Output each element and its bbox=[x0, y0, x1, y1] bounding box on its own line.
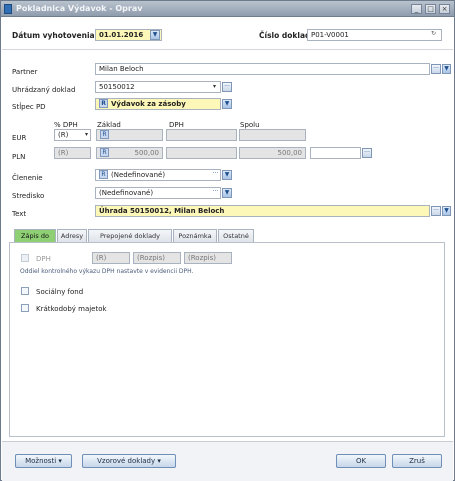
app-icon bbox=[4, 4, 12, 14]
short-term-asset-checkbox[interactable] bbox=[21, 304, 29, 312]
pln-extra-more-button[interactable]: ··· bbox=[362, 148, 372, 158]
clenenie-more-icon[interactable]: ··· bbox=[211, 170, 220, 180]
vat-total-header: Spolu bbox=[240, 121, 260, 129]
clenenie-value: (Nedefinované) bbox=[111, 171, 166, 179]
dialog-window: Pokladnica Výdavok - Oprav _ □ × Dátum v… bbox=[0, 0, 455, 481]
dph-checkbox[interactable] bbox=[21, 254, 29, 262]
pln-pct-select[interactable]: (R) bbox=[54, 147, 91, 159]
dph-select-2[interactable]: (Rozpis) bbox=[133, 252, 181, 264]
pd-column-value: Výdavok za zásoby bbox=[111, 100, 186, 108]
close-button[interactable]: × bbox=[439, 4, 450, 14]
partner-more-button[interactable]: ··· bbox=[431, 64, 441, 74]
eur-total-field[interactable] bbox=[239, 129, 306, 141]
ok-button[interactable]: OK bbox=[336, 454, 386, 468]
window-title: Pokladnica Výdavok - Oprav bbox=[16, 4, 143, 13]
tab-panel: DPH (R) (Rozpis) (Rozpis) Oddiel kontrol… bbox=[9, 242, 445, 437]
pln-extra-field[interactable] bbox=[310, 147, 361, 159]
tab-poznamka[interactable]: Poznámka bbox=[173, 229, 217, 242]
eur-base-tag: R bbox=[100, 130, 109, 139]
title-bar[interactable]: Pokladnica Výdavok - Oprav _ □ × bbox=[1, 1, 454, 17]
sample-docs-label: Vzorové doklady bbox=[97, 457, 156, 465]
sample-docs-button[interactable]: Vzorové doklady ▾ bbox=[82, 454, 176, 468]
eur-base-field[interactable]: R bbox=[96, 129, 163, 141]
clenenie-dropdown-button[interactable]: ▼ bbox=[222, 170, 232, 180]
date-label: Dátum vyhotovenia bbox=[12, 31, 95, 40]
eur-pct-dropdown-icon[interactable]: ▾ bbox=[85, 131, 88, 138]
refresh-icon[interactable]: ↻ bbox=[431, 30, 436, 37]
maximize-button[interactable]: □ bbox=[425, 4, 436, 14]
pln-base-tag: R bbox=[100, 148, 109, 157]
clenenie-tag: R bbox=[99, 170, 108, 179]
options-label: Možnosti bbox=[25, 457, 57, 465]
eur-vat-field[interactable] bbox=[166, 129, 237, 141]
dph-label: DPH bbox=[36, 255, 51, 263]
tab-zapis-do[interactable]: Zápis do bbox=[14, 229, 56, 242]
pd-column-field[interactable]: R Výdavok za zásoby bbox=[95, 98, 221, 110]
clenenie-field[interactable]: R (Nedefinované) bbox=[95, 169, 221, 181]
tab-ostatne[interactable]: Ostatné bbox=[218, 229, 254, 242]
tab-prepojene-doklady[interactable]: Prepojené doklady bbox=[88, 229, 172, 242]
cancel-button[interactable]: Zruš bbox=[392, 454, 442, 468]
paid-doc-label: Uhrádzaný doklad bbox=[12, 86, 76, 94]
pln-vat-field[interactable] bbox=[166, 147, 237, 159]
pd-column-dropdown-button[interactable]: ▼ bbox=[222, 99, 232, 109]
text-label: Text bbox=[12, 210, 27, 218]
tab-adresy[interactable]: Adresy bbox=[57, 229, 87, 242]
options-button[interactable]: Možnosti ▾ bbox=[15, 454, 72, 468]
minimize-button[interactable]: _ bbox=[411, 4, 422, 14]
stredisko-dropdown-button[interactable]: ▼ bbox=[222, 188, 232, 198]
calendar-dropdown-button[interactable]: ▼ bbox=[150, 30, 160, 40]
kv-note: Oddiel kontrolného výkazu DPH nastavte v… bbox=[20, 268, 194, 275]
pln-base-field[interactable]: R 500,00 bbox=[96, 147, 163, 159]
paid-doc-dropdown-icon[interactable]: ▾ bbox=[213, 83, 216, 90]
paid-doc-more-button[interactable]: ··· bbox=[222, 82, 232, 92]
stredisko-more-icon[interactable]: ··· bbox=[211, 188, 220, 198]
clenenie-label: Členenie bbox=[12, 174, 43, 182]
dph-select-1[interactable]: (R) bbox=[92, 252, 130, 264]
social-fund-label: Sociálny fond bbox=[36, 288, 84, 296]
partner-label: Partner bbox=[12, 68, 38, 76]
text-field[interactable]: Úhrada 50150012, Milan Beloch bbox=[95, 205, 430, 217]
stredisko-field[interactable]: (Nedefinované) bbox=[95, 187, 221, 199]
partner-dropdown-button[interactable]: ▼ bbox=[442, 64, 451, 74]
vat-amount-header: DPH bbox=[169, 121, 184, 129]
pd-column-label: Stĺpec PD bbox=[12, 103, 46, 111]
vat-pct-header: % DPH bbox=[54, 121, 78, 129]
footer-bar: Možnosti ▾ Vzorové doklady ▾ OK Zruš bbox=[2, 441, 453, 481]
dph-select-3[interactable]: (Rozpis) bbox=[184, 252, 232, 264]
text-dropdown-button[interactable]: ▼ bbox=[442, 206, 451, 216]
paid-doc-field[interactable]: 50150012 bbox=[95, 81, 221, 93]
doc-number-field[interactable]: P01-V0001 bbox=[307, 29, 442, 41]
eur-row-label: EUR bbox=[12, 134, 27, 142]
pd-column-tag: R bbox=[99, 99, 108, 108]
stredisko-label: Stredisko bbox=[12, 192, 45, 200]
short-term-asset-label: Krátkodobý majetok bbox=[36, 305, 107, 313]
pln-total-field[interactable]: 500,00 bbox=[239, 147, 306, 159]
pln-row-label: PLN bbox=[12, 153, 26, 161]
pln-base-value: 500,00 bbox=[134, 149, 160, 157]
text-more-button[interactable]: ··· bbox=[431, 206, 441, 216]
social-fund-checkbox[interactable] bbox=[21, 287, 29, 295]
vat-base-header: Základ bbox=[97, 121, 121, 129]
partner-field[interactable]: Milan Beloch bbox=[95, 63, 430, 75]
